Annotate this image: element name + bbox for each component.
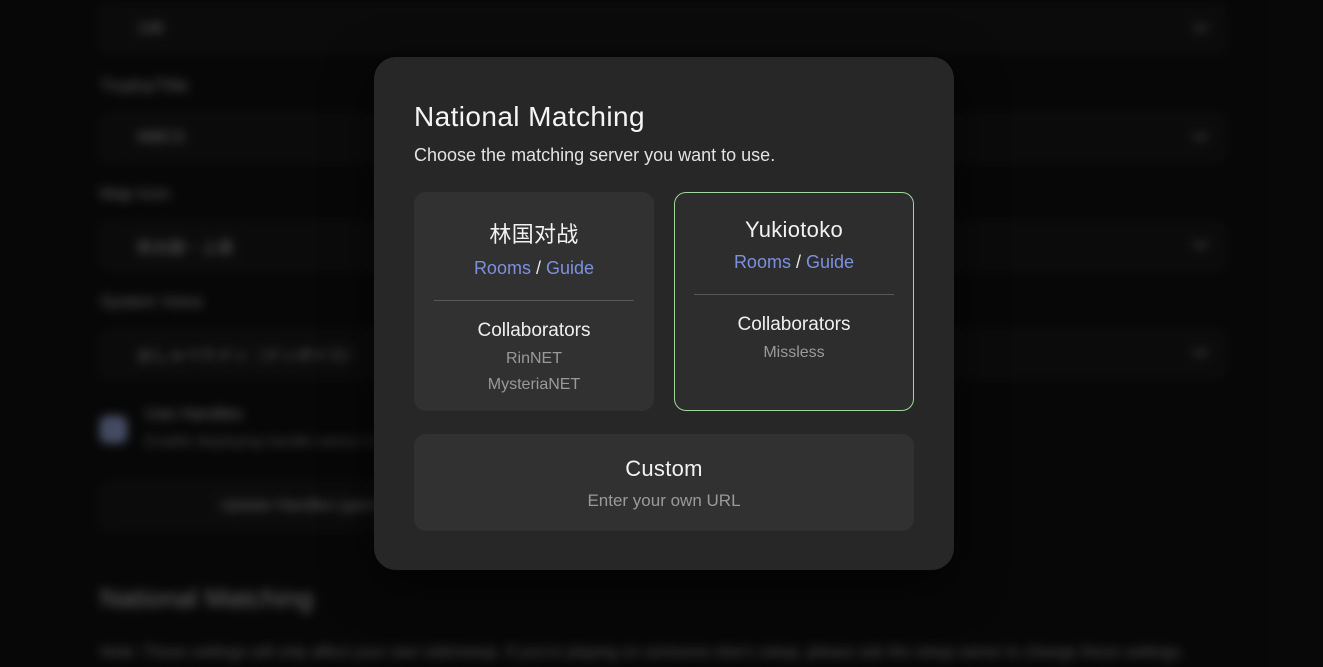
rooms-link[interactable]: Rooms: [734, 252, 791, 272]
collaborator-name: Missless: [675, 344, 913, 362]
national-matching-modal: National Matching Choose the matching se…: [374, 57, 954, 570]
custom-card-title: Custom: [414, 434, 914, 482]
modal-subtitle: Choose the matching server you want to u…: [414, 145, 914, 166]
modal-title: National Matching: [414, 101, 914, 133]
card-divider: [694, 294, 894, 295]
server-card-yukiotoko[interactable]: Yukiotoko Rooms / Guide Collaborators Mi…: [674, 192, 914, 411]
guide-link[interactable]: Guide: [546, 258, 594, 278]
collaborators-label: Collaborators: [675, 314, 913, 336]
custom-server-card[interactable]: Custom Enter your own URL: [414, 434, 914, 531]
link-separator: /: [536, 258, 541, 278]
server-cards-row: 林国对战 Rooms / Guide Collaborators RinNET …: [414, 192, 914, 411]
collaborator-name: RinNET: [415, 350, 653, 368]
page: 146 ❯ Trophy/Title WBCS ❯ Map Icon 和太鼓・上…: [0, 0, 1323, 667]
server-name: Yukiotoko: [675, 217, 913, 243]
server-links: Rooms / Guide: [675, 252, 913, 273]
custom-card-subtitle: Enter your own URL: [414, 491, 914, 511]
collaborator-name: MysteriaNET: [415, 376, 653, 394]
rooms-link[interactable]: Rooms: [474, 258, 531, 278]
collaborators-label: Collaborators: [415, 320, 653, 342]
server-card-linguo[interactable]: 林国对战 Rooms / Guide Collaborators RinNET …: [414, 192, 654, 411]
card-divider: [434, 300, 634, 301]
server-name: 林国对战: [415, 217, 653, 249]
link-separator: /: [796, 252, 801, 272]
server-links: Rooms / Guide: [415, 258, 653, 279]
guide-link[interactable]: Guide: [806, 252, 854, 272]
